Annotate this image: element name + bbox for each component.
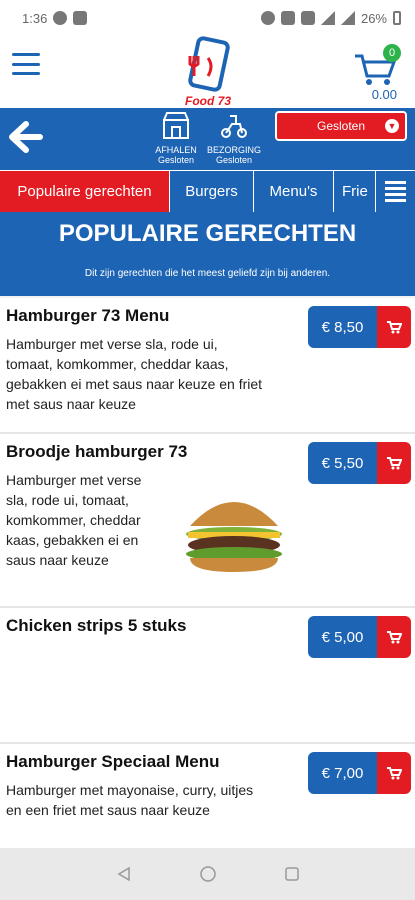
delivery-status: Gesloten [215, 155, 253, 165]
description-line: komkommer, cheddar [6, 512, 141, 528]
add-to-cart-button[interactable]: € 5,00 [308, 616, 411, 658]
status-bar: 1:36 26% [0, 0, 415, 36]
tab-label: Burgers [185, 183, 238, 200]
tab-menus[interactable]: Menu's [254, 171, 334, 212]
product-description: Hamburger met verse sla, rode ui, tomaat… [6, 334, 262, 414]
menu-icon[interactable] [12, 53, 40, 75]
category-list-icon[interactable] [375, 171, 415, 212]
tab-populaire-gerechten[interactable]: Populaire gerechten [0, 171, 170, 212]
section-header: POPULAIRE GERECHTEN Dit zijn gerechten d… [0, 212, 415, 296]
tab-burgers[interactable]: Burgers [170, 171, 254, 212]
description-line: sla, rode ui, tomaat, [6, 492, 129, 508]
add-to-cart-button[interactable]: € 8,50 [308, 306, 411, 348]
product-item[interactable]: Hamburger 73 Menu Hamburger met verse sl… [0, 298, 415, 434]
image-notification-icon [73, 11, 88, 25]
tab-label: Populaire gerechten [17, 183, 152, 200]
nfc-icon [280, 11, 295, 25]
whatsapp-icon [53, 11, 68, 25]
category-tabs: Populaire gerechten Burgers Menu's Frie [0, 170, 415, 212]
tab-label: Frie [342, 183, 368, 200]
signal-icon [340, 11, 355, 25]
product-name: Broodje hamburger 73 [6, 442, 188, 461]
app-header: Food 73 0 0.00 [0, 36, 415, 108]
section-subtitle: Dit zijn gerechten die het meest geliefd… [84, 268, 331, 279]
takeaway-status: Gesloten [157, 155, 195, 165]
cart-icon [377, 306, 411, 348]
cart-count-badge: 0 [383, 44, 401, 62]
delivery-label: BEZORGING [206, 145, 261, 155]
add-to-cart-button[interactable]: € 5,50 [308, 442, 411, 484]
open-status-value: Gesloten [316, 119, 366, 133]
description-line: gebakken ei met saus naar keuze en friet [6, 376, 263, 392]
wifi-icon [320, 11, 335, 25]
open-status-select[interactable]: Gesloten ▼ [275, 111, 407, 141]
product-list: Hamburger 73 Menu Hamburger met verse sl… [0, 298, 415, 852]
product-description: Hamburger met mayonaise, curry, uitjes e… [6, 780, 253, 820]
takeaway-label: AFHALEN [155, 145, 197, 155]
back-arrow-icon[interactable] [6, 118, 44, 156]
hotspot-icon [260, 11, 275, 25]
product-item[interactable]: Hamburger Speciaal Menu Hamburger met ma… [0, 744, 415, 852]
home-nav-icon[interactable] [199, 865, 217, 883]
takeaway-service[interactable]: AFHALEN Gesloten [148, 110, 204, 165]
chevron-down-icon: ▼ [385, 119, 399, 133]
description-line: Hamburger met verse sla, rode ui, [6, 336, 218, 352]
system-nav-bar [0, 848, 415, 900]
cart-icon [377, 616, 411, 658]
description-line: kaas, gebakken ei en [6, 532, 139, 548]
product-item[interactable]: Chicken strips 5 stuks € 5,00 [0, 608, 415, 744]
scooter-icon [221, 115, 247, 138]
battery-icon [393, 11, 401, 25]
status-time: 1:36 [22, 10, 48, 26]
section-title: POPULAIRE GERECHTEN [58, 220, 357, 247]
store-icon [163, 112, 189, 139]
cart-total: 0.00 [371, 87, 397, 102]
tab-label: Menu's [269, 183, 318, 200]
burger-image [186, 502, 282, 572]
product-price: € 8,50 [308, 306, 377, 348]
product-price: € 7,00 [308, 752, 377, 794]
service-bar: AFHALEN Gesloten BEZORGING Gesloten Gesl… [0, 108, 415, 170]
phone-logo-icon [188, 36, 230, 92]
battery-percent: 26% [360, 10, 387, 26]
logo[interactable]: Food 73 [178, 36, 238, 108]
cart-icon [377, 442, 411, 484]
recents-nav-icon[interactable] [284, 866, 300, 882]
product-description: Hamburger met verse sla, rode ui, tomaat… [6, 470, 141, 570]
delivery-service[interactable]: BEZORGING Gesloten [206, 110, 262, 165]
description-line: en een friet met saus naar keuze [6, 802, 210, 818]
product-price: € 5,50 [308, 442, 377, 484]
add-to-cart-button[interactable]: € 7,00 [308, 752, 411, 794]
description-line: Hamburger met verse [6, 472, 142, 488]
product-price: € 5,00 [308, 616, 377, 658]
description-line: saus naar keuze [6, 552, 109, 568]
description-line: met saus naar keuze [6, 396, 136, 412]
product-name: Hamburger 73 Menu [6, 306, 170, 325]
product-name: Chicken strips 5 stuks [6, 616, 187, 635]
logo-text: Food 73 [184, 94, 231, 108]
description-line: tomaat, komkommer, cheddar kaas, [6, 356, 229, 372]
vibrate-icon [300, 11, 315, 25]
cart-button[interactable]: 0 0.00 [353, 42, 405, 102]
product-name: Hamburger Speciaal Menu [6, 752, 220, 771]
product-item[interactable]: Broodje hamburger 73 Hamburger met verse… [0, 434, 415, 608]
description-line: Hamburger met mayonaise, curry, uitjes [6, 782, 254, 798]
back-nav-icon[interactable] [116, 866, 132, 882]
cart-icon [377, 752, 411, 794]
